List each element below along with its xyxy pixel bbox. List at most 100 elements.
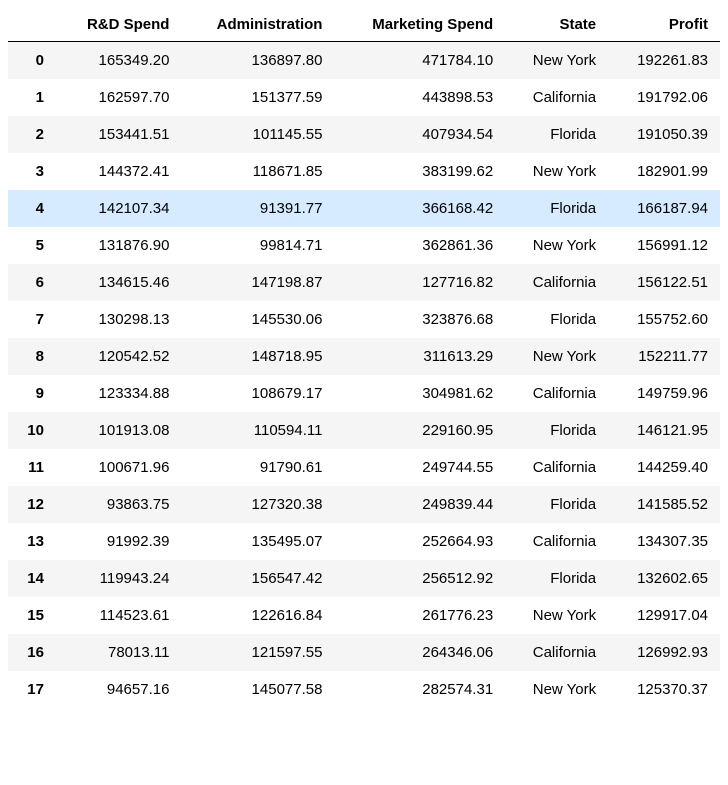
row-index: 8 [8,338,56,375]
cell-profit: 192261.83 [608,42,720,80]
row-index: 4 [8,190,56,227]
cell-profit: 191792.06 [608,79,720,116]
cell-mkt: 383199.62 [334,153,505,190]
cell-admin: 118671.85 [181,153,334,190]
cell-admin: 108679.17 [181,375,334,412]
row-index: 9 [8,375,56,412]
cell-state: California [505,523,608,560]
row-index: 0 [8,42,56,80]
cell-admin: 135495.07 [181,523,334,560]
row-index: 17 [8,671,56,708]
cell-state: New York [505,227,608,264]
row-index: 15 [8,597,56,634]
row-index: 12 [8,486,56,523]
cell-profit: 191050.39 [608,116,720,153]
cell-mkt: 362861.36 [334,227,505,264]
cell-mkt: 249839.44 [334,486,505,523]
header-administration: Administration [181,8,334,42]
row-index: 3 [8,153,56,190]
cell-profit: 132602.65 [608,560,720,597]
header-rd-spend: R&D Spend [56,8,182,42]
cell-rd: 162597.70 [56,79,182,116]
cell-state: New York [505,42,608,80]
cell-mkt: 127716.82 [334,264,505,301]
cell-admin: 145077.58 [181,671,334,708]
table-row: 1293863.75127320.38249839.44Florida14158… [8,486,720,523]
cell-profit: 129917.04 [608,597,720,634]
cell-mkt: 252664.93 [334,523,505,560]
header-index-corner [8,8,56,42]
cell-admin: 121597.55 [181,634,334,671]
table-row: 11100671.9691790.61249744.55California14… [8,449,720,486]
table-row: 7130298.13145530.06323876.68Florida15575… [8,301,720,338]
cell-profit: 134307.35 [608,523,720,560]
table-row: 4142107.3491391.77366168.42Florida166187… [8,190,720,227]
cell-state: California [505,264,608,301]
header-state: State [505,8,608,42]
cell-admin: 145530.06 [181,301,334,338]
cell-mkt: 264346.06 [334,634,505,671]
cell-profit: 156122.51 [608,264,720,301]
cell-mkt: 323876.68 [334,301,505,338]
cell-state: New York [505,338,608,375]
cell-state: Florida [505,560,608,597]
cell-state: New York [505,671,608,708]
cell-rd: 120542.52 [56,338,182,375]
cell-state: Florida [505,301,608,338]
cell-profit: 156991.12 [608,227,720,264]
cell-admin: 91790.61 [181,449,334,486]
header-marketing-spend: Marketing Spend [334,8,505,42]
cell-profit: 155752.60 [608,301,720,338]
header-profit: Profit [608,8,720,42]
cell-profit: 126992.93 [608,634,720,671]
table-row: 3144372.41118671.85383199.62New York1829… [8,153,720,190]
cell-rd: 100671.96 [56,449,182,486]
cell-admin: 101145.55 [181,116,334,153]
cell-rd: 134615.46 [56,264,182,301]
cell-mkt: 311613.29 [334,338,505,375]
row-index: 10 [8,412,56,449]
cell-mkt: 366168.42 [334,190,505,227]
cell-mkt: 256512.92 [334,560,505,597]
cell-admin: 122616.84 [181,597,334,634]
cell-rd: 91992.39 [56,523,182,560]
cell-rd: 101913.08 [56,412,182,449]
row-index: 1 [8,79,56,116]
row-index: 5 [8,227,56,264]
row-index: 14 [8,560,56,597]
cell-state: New York [505,153,608,190]
cell-mkt: 229160.95 [334,412,505,449]
table-row: 6134615.46147198.87127716.82California15… [8,264,720,301]
cell-rd: 153441.51 [56,116,182,153]
cell-profit: 125370.37 [608,671,720,708]
cell-state: California [505,449,608,486]
cell-rd: 119943.24 [56,560,182,597]
table-row: 8120542.52148718.95311613.29New York1522… [8,338,720,375]
cell-admin: 91391.77 [181,190,334,227]
table-header-row: R&D Spend Administration Marketing Spend… [8,8,720,42]
cell-profit: 152211.77 [608,338,720,375]
cell-mkt: 304981.62 [334,375,505,412]
cell-rd: 130298.13 [56,301,182,338]
table-body: 0165349.20136897.80471784.10New York1922… [8,42,720,709]
row-index: 2 [8,116,56,153]
cell-mkt: 471784.10 [334,42,505,80]
cell-profit: 149759.96 [608,375,720,412]
cell-state: California [505,79,608,116]
cell-rd: 142107.34 [56,190,182,227]
table-row: 0165349.20136897.80471784.10New York1922… [8,42,720,80]
cell-admin: 99814.71 [181,227,334,264]
cell-admin: 147198.87 [181,264,334,301]
cell-state: California [505,375,608,412]
cell-profit: 146121.95 [608,412,720,449]
table-row: 5131876.9099814.71362861.36New York15699… [8,227,720,264]
cell-state: New York [505,597,608,634]
data-table: R&D Spend Administration Marketing Spend… [8,8,720,708]
cell-state: Florida [505,412,608,449]
cell-state: Florida [505,190,608,227]
table-row: 2153441.51101145.55407934.54Florida19105… [8,116,720,153]
table-row: 1391992.39135495.07252664.93California13… [8,523,720,560]
cell-admin: 110594.11 [181,412,334,449]
cell-rd: 93863.75 [56,486,182,523]
cell-profit: 144259.40 [608,449,720,486]
